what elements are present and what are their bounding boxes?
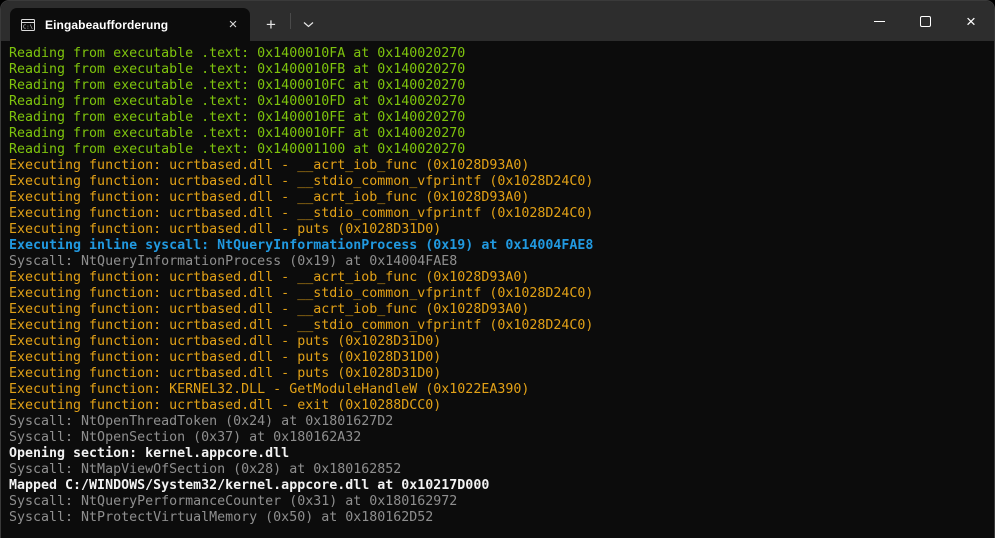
cmd-icon: C:\ bbox=[20, 17, 36, 33]
terminal-output[interactable]: Reading from executable .text: 0x1400010… bbox=[1, 41, 994, 538]
terminal-line: Executing function: ucrtbased.dll - __ac… bbox=[9, 270, 986, 286]
terminal-line: Syscall: NtOpenThreadToken (0x24) at 0x1… bbox=[9, 414, 986, 430]
tab-close-button[interactable]: × bbox=[222, 14, 244, 36]
terminal-line: Reading from executable .text: 0x1400010… bbox=[9, 62, 986, 78]
terminal-line: Reading from executable .text: 0x1400010… bbox=[9, 126, 986, 142]
terminal-line: Executing inline syscall: NtQueryInforma… bbox=[9, 238, 986, 254]
window-controls: × bbox=[856, 1, 994, 41]
tab-dropdown-button[interactable] bbox=[293, 8, 323, 41]
terminal-line: Mapped C:/WINDOWS/System32/kernel.appcor… bbox=[9, 478, 986, 494]
terminal-line: Syscall: NtOpenSection (0x37) at 0x18016… bbox=[9, 430, 986, 446]
terminal-line: Executing function: ucrtbased.dll - __st… bbox=[9, 206, 986, 222]
close-icon: × bbox=[966, 13, 976, 30]
terminal-line: Executing function: ucrtbased.dll - __ac… bbox=[9, 302, 986, 318]
terminal-line: Reading from executable .text: 0x1400010… bbox=[9, 78, 986, 94]
close-button[interactable]: × bbox=[948, 1, 994, 41]
terminal-line: Executing function: ucrtbased.dll - puts… bbox=[9, 350, 986, 366]
minimize-button[interactable] bbox=[856, 1, 902, 41]
tab-bar-divider bbox=[290, 13, 291, 29]
terminal-line: Reading from executable .text: 0x1400010… bbox=[9, 110, 986, 126]
chevron-down-icon bbox=[303, 21, 314, 28]
maximize-icon bbox=[920, 16, 931, 27]
terminal-line: Executing function: ucrtbased.dll - __st… bbox=[9, 318, 986, 334]
maximize-button[interactable] bbox=[902, 1, 948, 41]
new-tab-button[interactable]: + bbox=[254, 8, 288, 41]
terminal-line: Opening section: kernel.appcore.dll bbox=[9, 446, 986, 462]
terminal-window: C:\ Eingabeaufforderung × + × Rea bbox=[0, 0, 995, 538]
svg-text:C:\: C:\ bbox=[23, 24, 33, 30]
title-bar[interactable]: C:\ Eingabeaufforderung × + × bbox=[1, 1, 994, 41]
terminal-line: Executing function: ucrtbased.dll - __ac… bbox=[9, 190, 986, 206]
terminal-line: Syscall: NtQueryPerformanceCounter (0x31… bbox=[9, 494, 986, 510]
terminal-line: Executing function: ucrtbased.dll - __ac… bbox=[9, 158, 986, 174]
terminal-line: Executing function: ucrtbased.dll - __st… bbox=[9, 286, 986, 302]
tab-eingabeaufforderung[interactable]: C:\ Eingabeaufforderung × bbox=[10, 8, 250, 41]
terminal-line: Syscall: NtMapViewOfSection (0x28) at 0x… bbox=[9, 462, 986, 478]
terminal-line: Reading from executable .text: 0x1400010… bbox=[9, 46, 986, 62]
terminal-line: Executing function: ucrtbased.dll - puts… bbox=[9, 334, 986, 350]
terminal-line: Reading from executable .text: 0x1400010… bbox=[9, 94, 986, 110]
terminal-line: Reading from executable .text: 0x1400011… bbox=[9, 142, 986, 158]
terminal-line: Syscall: NtProtectVirtualMemory (0x50) a… bbox=[9, 510, 986, 526]
tab-title: Eingabeaufforderung bbox=[45, 18, 213, 32]
terminal-line: Executing function: KERNEL32.DLL - GetMo… bbox=[9, 382, 986, 398]
terminal-line: Executing function: ucrtbased.dll - puts… bbox=[9, 366, 986, 382]
terminal-line: Executing function: ucrtbased.dll - exit… bbox=[9, 398, 986, 414]
terminal-line: Executing function: ucrtbased.dll - puts… bbox=[9, 222, 986, 238]
terminal-line: Syscall: NtQueryInformationProcess (0x19… bbox=[9, 254, 986, 270]
terminal-line: Executing function: ucrtbased.dll - __st… bbox=[9, 174, 986, 190]
minimize-icon bbox=[874, 21, 885, 22]
